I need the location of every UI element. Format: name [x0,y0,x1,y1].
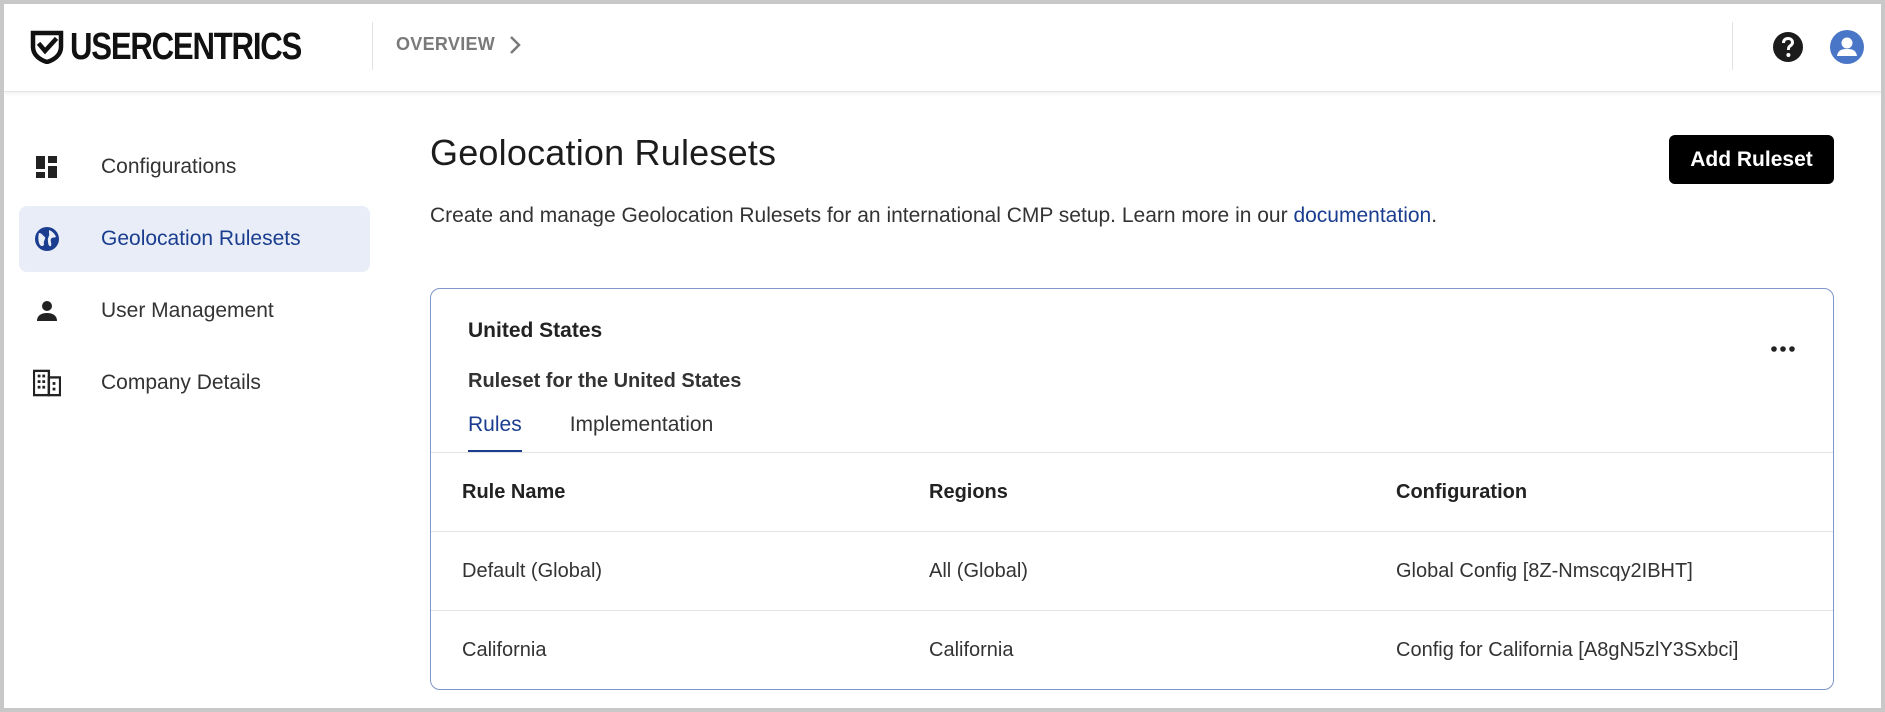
column-header-rule-name[interactable]: Rule Name [431,481,898,504]
add-ruleset-button[interactable]: Add Ruleset [1669,135,1834,184]
shield-logo-icon [30,30,64,64]
tab-implementation[interactable]: Implementation [570,411,714,453]
top-header: USERCENTRICS OVERVIEW [4,4,1881,92]
breadcrumb-overview[interactable]: OVERVIEW [396,34,495,55]
sidebar-item-label: Geolocation Rulesets [101,227,301,250]
person-icon [33,297,61,325]
ruleset-title: United States [468,319,603,342]
sidebar-item-company-details[interactable]: Company Details [19,350,370,416]
sidebar-item-user-management[interactable]: User Management [19,278,370,344]
help-circle-icon[interactable] [1771,30,1805,64]
tab-rules[interactable]: Rules [468,411,522,453]
sidebar-item-label: User Management [101,299,274,322]
ruleset-description: Ruleset for the United States [468,370,742,392]
building-icon [33,369,61,397]
header-divider [372,22,373,70]
sidebar-item-geolocation-rulesets[interactable]: Geolocation Rulesets [19,206,370,272]
table-header-row: Rule Name Regions Configuration [431,453,1833,532]
page-description: Create and manage Geolocation Rulesets f… [430,204,1834,228]
sidebar-item-label: Configurations [101,155,237,178]
ruleset-tabs: Rules Implementation [468,411,761,453]
account-avatar-icon[interactable] [1830,30,1864,64]
table-row[interactable]: California California Config for Califor… [431,611,1833,689]
ruleset-card: United States Ruleset for the United Sta… [430,288,1834,690]
description-text: Create and manage Geolocation Rulesets f… [430,204,1294,227]
more-options-icon[interactable] [1768,341,1798,357]
regions-cell: All (Global) [929,559,1028,582]
header-divider [1732,22,1733,70]
sidebar-item-configurations[interactable]: Configurations [19,134,370,200]
regions-cell: California [929,639,1014,661]
main-content: Geolocation Rulesets Add Ruleset Create … [430,132,1834,690]
chevron-right-icon [510,35,521,54]
logo-text: USERCENTRICS [70,25,302,68]
description-end: . [1431,204,1438,227]
documentation-link[interactable]: documentation [1293,204,1431,227]
globe-icon [33,225,61,253]
column-header-configuration[interactable]: Configuration [1365,481,1832,504]
rule-name-cell: Default (Global) [462,559,603,582]
configuration-cell: Config for California [A8gN5zlY3Sxbci] [1396,639,1739,661]
rules-table: Rule Name Regions Configuration Default … [431,453,1833,689]
app-window: USERCENTRICS OVERVIEW Configurations Geo… [0,0,1885,712]
sidebar-nav: Configurations Geolocation Rulesets User… [19,134,370,422]
configuration-cell: Global Config [8Z-Nmscqy2IBHT] [1396,559,1693,582]
page-title: Geolocation Rulesets [430,132,777,173]
column-header-regions[interactable]: Regions [898,481,1365,504]
breadcrumb[interactable]: OVERVIEW [396,34,521,55]
table-row[interactable]: Default (Global) All (Global) Global Con… [431,532,1833,611]
rule-name-cell: California [462,639,547,661]
sidebar-item-label: Company Details [101,371,261,394]
usercentrics-logo[interactable]: USERCENTRICS [30,26,352,68]
dashboard-icon [33,153,61,181]
